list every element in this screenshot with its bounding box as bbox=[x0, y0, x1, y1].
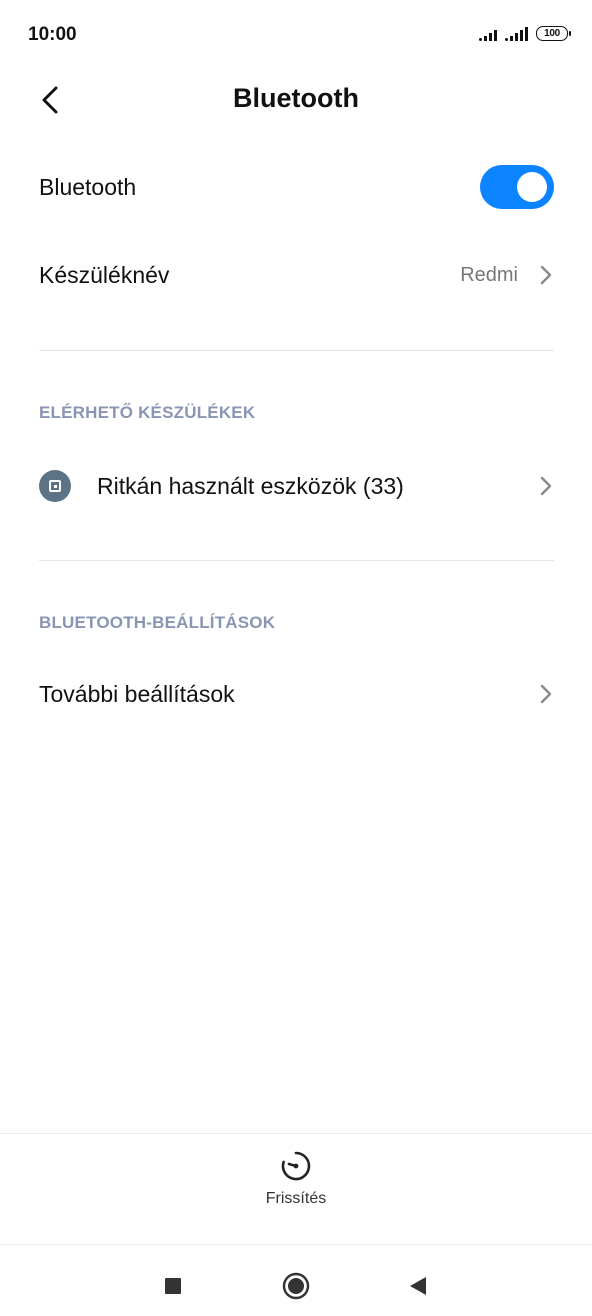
bluetooth-settings-screen: 10:00 100 Bluetooth Bluetooth Készülékné… bbox=[0, 0, 592, 1316]
chevron-right-icon bbox=[538, 682, 554, 706]
battery-icon: 100 bbox=[536, 26, 571, 41]
refresh-label: Frissítés bbox=[265, 1190, 327, 1207]
list-item-additional-settings[interactable]: További beállítások bbox=[0, 658, 592, 730]
bluetooth-toggle-row[interactable]: Bluetooth bbox=[0, 150, 592, 224]
refresh-button[interactable]: Frissítés bbox=[246, 1150, 346, 1230]
status-bar: 10:00 100 bbox=[0, 0, 592, 70]
divider bbox=[39, 560, 554, 561]
divider bbox=[39, 350, 554, 351]
chevron-right-icon bbox=[538, 474, 554, 498]
home-icon bbox=[282, 1272, 310, 1300]
section-header-available-devices: ELÉRHETŐ KÉSZÜLÉKEK bbox=[39, 403, 256, 422]
back-icon bbox=[410, 1277, 426, 1295]
battery-level: 100 bbox=[544, 28, 560, 39]
signal-1-icon bbox=[479, 27, 497, 41]
home-button[interactable] bbox=[276, 1266, 316, 1306]
bluetooth-toggle-label: Bluetooth bbox=[39, 173, 137, 200]
section-header-bluetooth-settings: BLUETOOTH-BEÁLLÍTÁSOK bbox=[39, 613, 276, 632]
status-icons: 100 bbox=[479, 26, 571, 41]
refresh-icon bbox=[281, 1151, 311, 1181]
device-name-value: Redmi bbox=[460, 263, 518, 286]
signal-2-icon bbox=[505, 26, 528, 41]
nav-divider bbox=[0, 1244, 592, 1245]
device-name-label: Készüléknév bbox=[39, 261, 170, 288]
additional-settings-label: További beállítások bbox=[39, 680, 235, 707]
device-name-row[interactable]: Készüléknév Redmi bbox=[0, 240, 592, 310]
device-icon bbox=[39, 470, 71, 502]
system-nav-bar bbox=[0, 1246, 592, 1316]
bottom-divider bbox=[0, 1133, 592, 1134]
toggle-knob bbox=[517, 172, 547, 202]
chevron-right-icon bbox=[538, 263, 554, 287]
bluetooth-toggle-switch[interactable] bbox=[480, 165, 554, 209]
recents-icon bbox=[165, 1278, 181, 1294]
status-time: 10:00 bbox=[28, 24, 77, 45]
header: Bluetooth bbox=[0, 70, 592, 130]
page-title: Bluetooth bbox=[233, 83, 359, 113]
rarely-used-devices-label: Ritkán használt eszközök (33) bbox=[97, 472, 404, 499]
nav-back-button[interactable] bbox=[398, 1266, 438, 1306]
recents-button[interactable] bbox=[153, 1266, 193, 1306]
list-item-rarely-used-devices[interactable]: Ritkán használt eszközök (33) bbox=[0, 450, 592, 522]
